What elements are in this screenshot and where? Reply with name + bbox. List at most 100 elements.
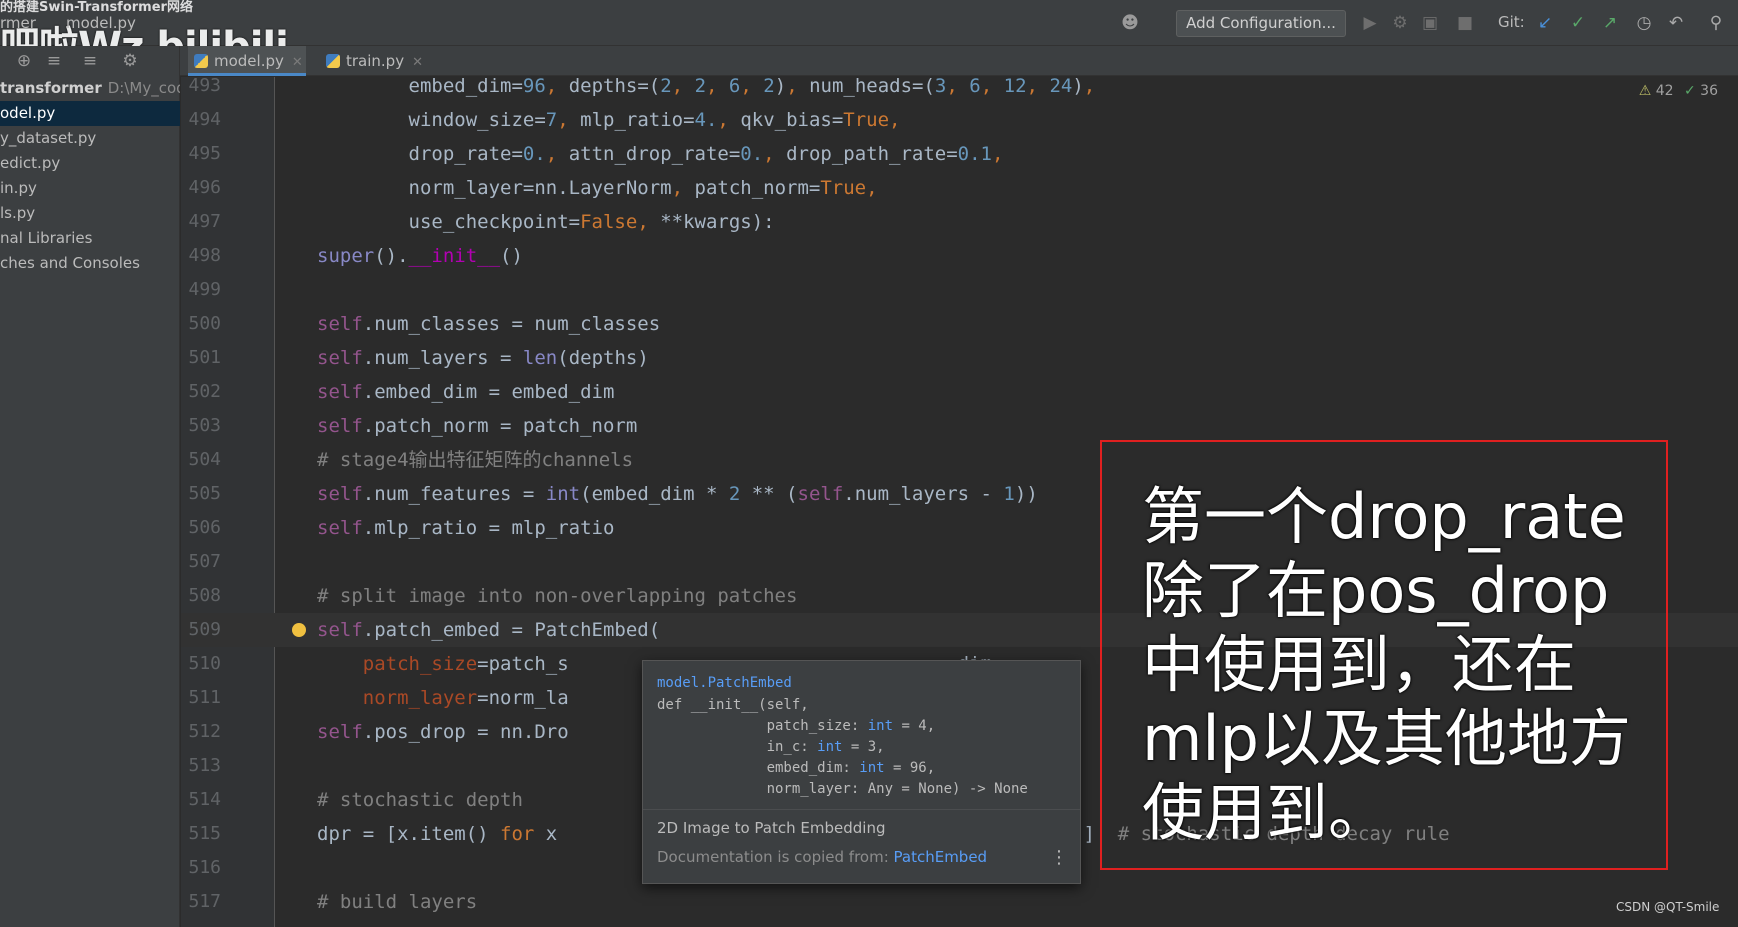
annotation-box: 第一个drop_rate除了在pos_drop中使用到，还在mlp以及其他地方使… bbox=[1100, 440, 1668, 870]
code-line[interactable]: 503 self.patch_norm = patch_norm bbox=[181, 409, 1738, 443]
code-line[interactable]: 500 self.num_classes = num_classes bbox=[181, 307, 1738, 341]
code-text[interactable]: self.patch_embed = PatchEmbed( bbox=[317, 613, 660, 647]
line-number: 516 bbox=[188, 857, 221, 878]
code-text[interactable]: use_checkpoint=False, **kwargs): bbox=[317, 205, 775, 239]
warning-icon: ⚠ bbox=[1638, 83, 1652, 99]
line-number: 514 bbox=[188, 789, 221, 810]
code-text[interactable]: norm_layer=norm_la bbox=[317, 681, 569, 715]
git-commit-icon[interactable]: ✓ bbox=[1568, 13, 1588, 33]
git-push-icon[interactable]: ↗ bbox=[1600, 13, 1620, 33]
code-text[interactable]: embed_dim=96, depths=(2, 2, 6, 2), num_h… bbox=[317, 77, 1096, 103]
popup-divider bbox=[643, 809, 1080, 810]
tab-label: train.py bbox=[346, 52, 405, 70]
code-line[interactable]: 498 super().__init__() bbox=[181, 239, 1738, 273]
sidebar-item-my-dataset-py[interactable]: y_dataset.py bbox=[0, 126, 180, 151]
code-text[interactable]: self.mlp_ratio = mlp_ratio bbox=[317, 511, 614, 545]
line-number: 496 bbox=[188, 177, 221, 198]
sidebar-item-train-py[interactable]: in.py bbox=[0, 176, 180, 201]
close-icon[interactable]: ✕ bbox=[412, 55, 423, 70]
code-line[interactable]: 517 # build layers bbox=[181, 885, 1738, 919]
popup-source: Documentation is copied from: PatchEmbed bbox=[657, 848, 987, 866]
user-icon[interactable]: ☻ bbox=[1120, 13, 1140, 33]
line-number: 517 bbox=[188, 891, 221, 912]
line-number: 500 bbox=[188, 313, 221, 334]
code-text[interactable]: self.patch_norm = patch_norm bbox=[317, 409, 637, 443]
popup-signature-line: norm_layer: Any = None) -> None bbox=[657, 781, 1028, 797]
project-root[interactable]: transformer D:\My_code bbox=[0, 76, 180, 101]
tab-train-py[interactable]: train.py ✕ bbox=[320, 46, 432, 76]
line-number: 509 bbox=[188, 619, 221, 640]
code-text[interactable]: self.num_classes = num_classes bbox=[317, 307, 660, 341]
weak-warning-count: 36 bbox=[1700, 83, 1718, 99]
code-text[interactable]: window_size=7, mlp_ratio=4., qkv_bias=Tr… bbox=[317, 103, 901, 137]
code-text[interactable]: drop_rate=0., attn_drop_rate=0., drop_pa… bbox=[317, 137, 1004, 171]
line-number: 504 bbox=[188, 449, 221, 470]
project-root-name: transformer bbox=[0, 79, 102, 97]
python-file-icon bbox=[326, 54, 340, 68]
search-icon[interactable]: ⚲ bbox=[1706, 13, 1726, 33]
breadcrumb-project[interactable]: rmer bbox=[0, 14, 36, 32]
code-line[interactable]: 493 embed_dim=96, depths=(2, 2, 6, 2), n… bbox=[181, 77, 1738, 103]
breadcrumb-file[interactable]: model.py bbox=[66, 14, 136, 32]
line-number: 495 bbox=[188, 143, 221, 164]
git-history-icon[interactable]: ◷ bbox=[1634, 13, 1654, 33]
line-number: 493 bbox=[188, 77, 221, 96]
popup-signature-line: def __init__(self, bbox=[657, 697, 809, 713]
sidebar-item-external-libraries[interactable]: nal Libraries bbox=[0, 226, 180, 251]
code-text[interactable]: norm_layer=nn.LayerNorm, patch_norm=True… bbox=[317, 171, 878, 205]
code-text[interactable]: # stage4输出特征矩阵的channels bbox=[317, 443, 633, 477]
code-text[interactable]: self.num_layers = len(depths) bbox=[317, 341, 649, 375]
popup-qualified-name[interactable]: model.PatchEmbed bbox=[657, 675, 792, 691]
code-text[interactable]: # stochastic depth bbox=[317, 783, 523, 817]
locate-icon[interactable]: ⊕ bbox=[14, 51, 34, 71]
run-icon[interactable]: ▶ bbox=[1360, 13, 1380, 33]
watermark-title: 的搭建Swin-Transformer网络 bbox=[0, 0, 193, 15]
tab-model-py[interactable]: model.py ✕ bbox=[188, 46, 306, 76]
sidebar-item-utils-py[interactable]: ls.py bbox=[0, 201, 180, 226]
code-line[interactable]: 495 drop_rate=0., attn_drop_rate=0., dro… bbox=[181, 137, 1738, 171]
code-text[interactable]: # build layers bbox=[317, 885, 477, 919]
code-line[interactable]: 496 norm_layer=nn.LayerNorm, patch_norm=… bbox=[181, 171, 1738, 205]
line-number: 511 bbox=[188, 687, 221, 708]
code-text[interactable]: # split image into non-overlapping patch… bbox=[317, 579, 797, 613]
git-rollback-icon[interactable]: ↶ bbox=[1666, 13, 1686, 33]
editor-tabs: model.py ✕ train.py ✕ bbox=[180, 46, 1738, 76]
quick-documentation-popup[interactable]: model.PatchEmbed def __init__(self, patc… bbox=[642, 660, 1081, 884]
code-line[interactable]: 497 use_checkpoint=False, **kwargs): bbox=[181, 205, 1738, 239]
line-number: 501 bbox=[188, 347, 221, 368]
git-update-icon[interactable]: ↙ bbox=[1535, 13, 1555, 33]
sidebar-item-model-py[interactable]: odel.py bbox=[0, 101, 180, 126]
code-line[interactable]: 499 bbox=[181, 273, 1738, 307]
annotation-text: 第一个drop_rate除了在pos_drop中使用到，还在mlp以及其他地方使… bbox=[1142, 480, 1631, 849]
line-number: 512 bbox=[188, 721, 221, 742]
stop-icon[interactable]: ■ bbox=[1455, 13, 1475, 33]
inspection-widget[interactable]: ⚠ 42 ✓ 36 bbox=[1639, 83, 1718, 99]
coverage-icon[interactable]: ▣ bbox=[1420, 13, 1440, 33]
collapse-icon[interactable]: ≡ bbox=[44, 51, 64, 71]
gear-icon[interactable]: ⚙ bbox=[120, 51, 140, 71]
more-options-icon[interactable]: ⋮ bbox=[1050, 847, 1068, 868]
close-icon[interactable]: ✕ bbox=[292, 55, 303, 70]
warning-count: 42 bbox=[1655, 83, 1674, 99]
code-text[interactable]: self.num_features = int(embed_dim * 2 **… bbox=[317, 477, 1038, 511]
code-line[interactable]: 501 self.num_layers = len(depths) bbox=[181, 341, 1738, 375]
add-configuration-button[interactable]: Add Configuration... bbox=[1176, 10, 1346, 37]
sidebar-item-scratches[interactable]: ches and Consoles bbox=[0, 251, 180, 276]
popup-source-link[interactable]: PatchEmbed bbox=[894, 848, 988, 866]
python-file-icon bbox=[194, 54, 208, 68]
expand-icon[interactable]: ≡ bbox=[80, 51, 100, 71]
code-text[interactable]: self.pos_drop = nn.Dro bbox=[317, 715, 569, 749]
git-label: Git: bbox=[1498, 13, 1525, 31]
popup-signature-line: patch_size: int = 4, bbox=[657, 718, 936, 734]
check-icon: ✓ bbox=[1683, 83, 1696, 99]
sidebar-item-predict-py[interactable]: edict.py bbox=[0, 151, 180, 176]
intention-bulb-icon[interactable] bbox=[292, 623, 306, 637]
popup-description: 2D Image to Patch Embedding bbox=[657, 819, 886, 837]
debug-icon[interactable]: ⚙ bbox=[1390, 13, 1410, 33]
line-number: 506 bbox=[188, 517, 221, 538]
code-text[interactable]: self.embed_dim = embed_dim bbox=[317, 375, 614, 409]
code-line[interactable]: 494 window_size=7, mlp_ratio=4., qkv_bia… bbox=[181, 103, 1738, 137]
code-line[interactable]: 502 self.embed_dim = embed_dim bbox=[181, 375, 1738, 409]
project-tool-window: ⊕ ≡ ≡ ⚙ transformer D:\My_code odel.py y_… bbox=[0, 46, 180, 927]
code-text[interactable]: super().__init__() bbox=[317, 239, 523, 273]
